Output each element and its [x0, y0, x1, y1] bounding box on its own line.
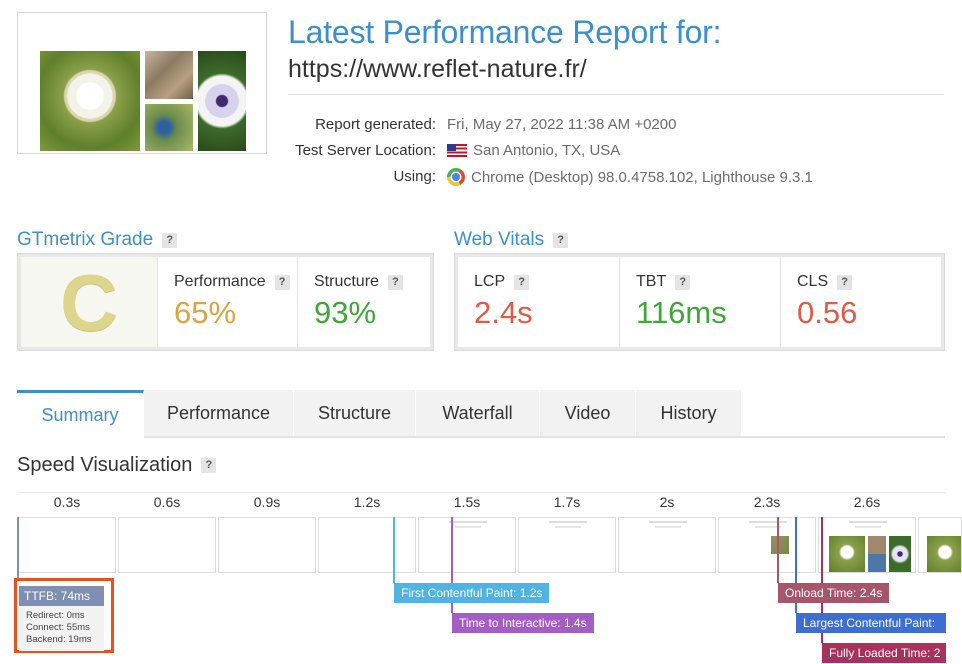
- timeline-tick: 0.9s: [253, 494, 281, 510]
- structure-label: Structure: [314, 273, 379, 290]
- lcp-value: 2.4s: [474, 295, 533, 330]
- filmstrip-frame[interactable]: [218, 517, 316, 573]
- chrome-icon: [447, 168, 465, 186]
- lcp-cell: LCP? 2.4s: [458, 257, 620, 347]
- help-icon[interactable]: ?: [274, 274, 290, 290]
- cls-label: CLS: [797, 273, 829, 290]
- ttfb-breakdown: Redirect: 0ms Connect: 55ms Backend: 19m…: [19, 606, 104, 651]
- lcp-label: LCP: [474, 273, 506, 290]
- thumbnail-photo-passionflower: [198, 51, 246, 151]
- report-generated-label: Report generated:: [315, 116, 436, 133]
- server-location-value-wrap: San Antonio, TX, USA: [447, 142, 620, 159]
- tab-structure[interactable]: Structure: [294, 390, 416, 436]
- help-icon[interactable]: ?: [514, 274, 530, 290]
- speed-visualization-heading: Speed Visualization ?: [17, 454, 217, 477]
- tab-waterfall[interactable]: Waterfall: [416, 390, 540, 436]
- ttfb-line: [17, 517, 19, 579]
- help-icon[interactable]: ?: [162, 232, 178, 248]
- header-divider: [288, 94, 944, 95]
- web-vitals-heading: Web Vitals ?: [454, 229, 569, 251]
- report-title: Latest Performance Report for:: [288, 14, 722, 50]
- report-tabs: Summary Performance Structure Waterfall …: [17, 390, 945, 438]
- thumbnail-photo-berries: [145, 104, 193, 151]
- grade-cell: C: [21, 257, 158, 347]
- tab-summary[interactable]: Summary: [17, 390, 144, 438]
- site-screenshot-thumbnail: [17, 12, 267, 154]
- report-generated-value: Fri, May 27, 2022 11:38 AM +0200: [447, 116, 677, 133]
- gtmetrix-grade-heading: GTmetrix Grade ?: [17, 229, 178, 251]
- using-label: Using:: [393, 168, 436, 185]
- structure-cell: Structure? 93%: [298, 257, 430, 347]
- server-location-value: San Antonio, TX, USA: [473, 142, 621, 159]
- using-value: Chrome (Desktop) 98.0.4758.102, Lighthou…: [471, 168, 813, 186]
- filmstrip-frame[interactable]: [418, 517, 516, 573]
- ttfb-label: TTFB: 74ms: [19, 586, 104, 606]
- first-contentful-paint-line: [393, 517, 395, 583]
- timeline-tick: 2.6s: [853, 494, 881, 510]
- help-icon[interactable]: ?: [553, 232, 569, 248]
- ttfb-callout: TTFB: 74ms Redirect: 0ms Connect: 55ms B…: [14, 578, 114, 653]
- thumbnail-photo-flower: [40, 51, 140, 151]
- filmstrip-frame[interactable]: [618, 517, 716, 573]
- first-contentful-paint-marker: First Contentful Paint: 1.2s: [394, 583, 550, 603]
- performance-value: 65%: [174, 295, 237, 330]
- structure-value: 93%: [314, 295, 377, 330]
- filmstrip-frame[interactable]: [118, 517, 216, 573]
- timeline-tick: 1.5s: [453, 494, 481, 510]
- using-row: Using: Chrome (Desktop) 98.0.4758.102, L…: [250, 168, 940, 188]
- gtmetrix-grade-panel: C Performance? 65% Structure? 93%: [17, 253, 434, 351]
- timeline-ticks: 0.3s 0.6s 0.9s 1.2s 1.5s 1.7s 2s 2.3s 2.…: [17, 494, 962, 514]
- tab-performance[interactable]: Performance: [144, 390, 294, 436]
- server-location-row: Test Server Location: San Antonio, TX, U…: [250, 142, 940, 162]
- web-vitals-panel: LCP? 2.4s TBT? 116ms CLS? 0.56: [454, 253, 945, 351]
- help-icon[interactable]: ?: [201, 458, 217, 473]
- using-value-wrap: Chrome (Desktop) 98.0.4758.102, Lighthou…: [447, 168, 813, 186]
- timeline-tick: 0.6s: [153, 494, 181, 510]
- timeline-tick: 2.3s: [753, 494, 781, 510]
- filmstrip-frame[interactable]: [718, 517, 816, 573]
- timeline-tick: 1.2s: [353, 494, 381, 510]
- filmstrip-frame[interactable]: [318, 517, 416, 573]
- filmstrip-frame[interactable]: [18, 517, 116, 573]
- gtmetrix-grade-heading-text: GTmetrix Grade: [17, 229, 154, 250]
- us-flag-icon: [447, 144, 467, 157]
- ttfb-redirect: Redirect: 0ms: [26, 610, 85, 621]
- fully-loaded-time-marker: Fully Loaded Time: 2: [822, 643, 946, 663]
- tbt-value: 116ms: [636, 295, 727, 330]
- timeline-axis-line: [17, 492, 945, 493]
- grade-letter: C: [60, 258, 118, 347]
- speed-visualization-heading-text: Speed Visualization: [17, 454, 193, 476]
- tbt-cell: TBT? 116ms: [620, 257, 781, 347]
- ttfb-backend: Backend: 19ms: [26, 634, 92, 645]
- thumbnail-photo-branch: [145, 51, 193, 99]
- timeline-tick: 1.7s: [553, 494, 581, 510]
- onload-time-marker: Onload Time: 2.4s: [778, 583, 890, 603]
- server-location-label: Test Server Location:: [295, 142, 436, 159]
- cls-value: 0.56: [797, 295, 858, 330]
- timeline-tick: 2s: [659, 494, 675, 510]
- report-url[interactable]: https://www.reflet-nature.fr/: [288, 55, 587, 84]
- filmstrip-frame[interactable]: [518, 517, 616, 573]
- ttfb-connect: Connect: 55ms: [26, 622, 90, 633]
- onload-time-line: [777, 517, 779, 583]
- time-to-interactive-marker: Time to Interactive: 1.4s: [452, 613, 594, 633]
- report-generated-row: Report generated: Fri, May 27, 2022 11:3…: [250, 116, 940, 136]
- timeline-tick: 0.3s: [53, 494, 81, 510]
- filmstrip-frame[interactable]: [818, 517, 916, 573]
- help-icon[interactable]: ?: [837, 274, 853, 290]
- tab-video[interactable]: Video: [540, 390, 636, 436]
- largest-contentful-paint-marker: Largest Contentful Paint:: [796, 613, 946, 633]
- cls-cell: CLS? 0.56: [781, 257, 941, 347]
- performance-cell: Performance? 65%: [158, 257, 298, 347]
- help-icon[interactable]: ?: [387, 274, 403, 290]
- filmstrip-frame[interactable]: [918, 517, 962, 573]
- tbt-label: TBT: [636, 273, 667, 290]
- tab-history[interactable]: History: [636, 390, 742, 436]
- performance-label: Performance: [174, 273, 266, 290]
- web-vitals-heading-text: Web Vitals: [454, 229, 545, 250]
- help-icon[interactable]: ?: [675, 274, 691, 290]
